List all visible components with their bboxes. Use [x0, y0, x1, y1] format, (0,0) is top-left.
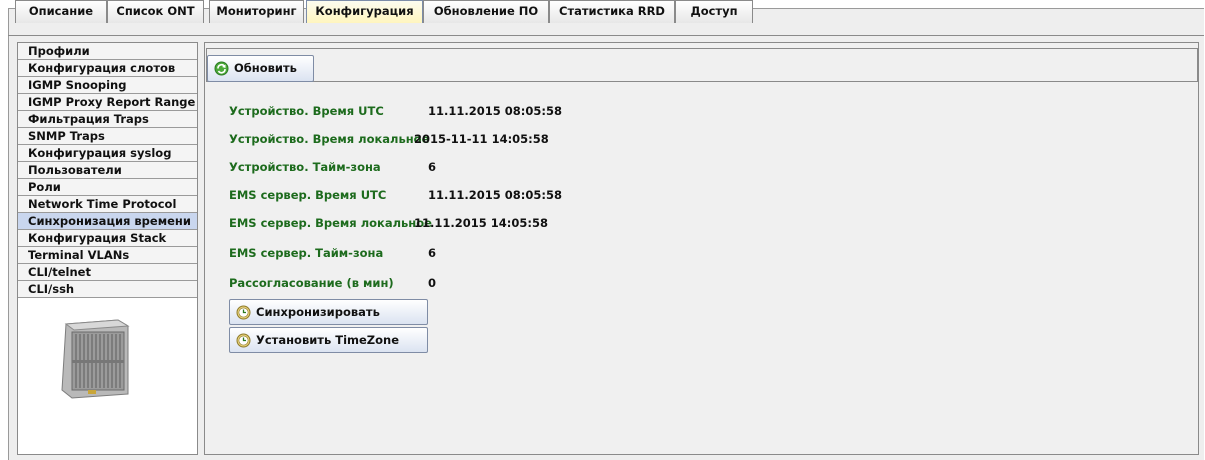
- sidebar-item-cli-ssh[interactable]: CLI/ssh: [18, 281, 197, 298]
- set-timezone-label: Установить TimeZone: [256, 333, 400, 347]
- sidebar-item-slot-config[interactable]: Конфигурация слотов: [18, 60, 197, 77]
- sidebar-item-igmp-proxy-report-range[interactable]: IGMP Proxy Report Range: [18, 94, 197, 111]
- ems-utc-value: 11.11.2015 08:05:58: [428, 188, 562, 202]
- sidebar-item-roles[interactable]: Роли: [18, 179, 197, 196]
- toolbar: [206, 48, 1198, 82]
- clock-sync-icon: [236, 305, 251, 320]
- sidebar-item-igmp-snooping[interactable]: IGMP Snooping: [18, 77, 197, 94]
- sidebar-item-profiles[interactable]: Профили: [18, 43, 197, 60]
- ems-timezone-label: EMS сервер. Тайм-зона: [229, 246, 384, 260]
- mismatch-value: 0: [428, 276, 437, 290]
- set-timezone-button[interactable]: Установить TimeZone: [229, 327, 428, 353]
- tab-firmware-update[interactable]: Обновление ПО: [423, 0, 549, 23]
- sidebar-item-ntp[interactable]: Network Time Protocol: [18, 196, 197, 213]
- tab-description[interactable]: Описание: [15, 0, 107, 23]
- device-local-value: 2015-11-11 14:05:58: [414, 132, 549, 146]
- device-chassis-image: [61, 319, 130, 399]
- sidebar-item-snmp-traps[interactable]: SNMP Traps: [18, 128, 197, 145]
- tab-monitoring[interactable]: Мониторинг: [209, 0, 304, 23]
- tab-configuration[interactable]: Конфигурация: [306, 0, 423, 23]
- ems-local-value: 11.11.2015 14:05:58: [414, 216, 548, 230]
- device-utc-label: Устройство. Время UTC: [229, 104, 384, 118]
- sidebar-item-users[interactable]: Пользователи: [18, 162, 197, 179]
- device-timezone-label: Устройство. Тайм-зона: [229, 160, 381, 174]
- refresh-label: Обновить: [234, 61, 297, 75]
- device-local-label: Устройство. Время локальное: [229, 132, 430, 146]
- sidebar-item-cli-telnet[interactable]: CLI/telnet: [18, 264, 197, 281]
- refresh-icon: [214, 61, 229, 76]
- device-timezone-value: 6: [428, 160, 437, 174]
- sidebar-item-terminal-vlans[interactable]: Terminal VLANs: [18, 247, 197, 264]
- tab-divider: [8, 35, 1204, 36]
- refresh-button[interactable]: Обновить: [207, 55, 314, 82]
- mismatch-label: Рассогласование (в мин): [229, 276, 394, 290]
- clock-timezone-icon: [236, 333, 251, 348]
- device-utc-value: 11.11.2015 08:05:58: [428, 104, 562, 118]
- ems-timezone-value: 6: [428, 246, 437, 260]
- synchronize-button[interactable]: Синхронизировать: [229, 299, 428, 325]
- ems-local-label: EMS сервер. Время локальное: [229, 216, 432, 230]
- tab-ont-list[interactable]: Список ONT: [107, 0, 204, 23]
- sidebar-item-stack-config[interactable]: Конфигурация Stack: [18, 230, 197, 247]
- sidebar-item-time-sync[interactable]: Синхронизация времени: [18, 213, 197, 230]
- tab-rrd-statistics[interactable]: Статистика RRD: [549, 0, 675, 23]
- tab-access[interactable]: Доступ: [675, 0, 753, 23]
- sidebar-item-syslog-config[interactable]: Конфигурация syslog: [18, 145, 197, 162]
- synchronize-label: Синхронизировать: [256, 305, 380, 319]
- sidebar-item-traps-filtering[interactable]: Фильтрация Traps: [18, 111, 197, 128]
- ems-utc-label: EMS сервер. Время UTC: [229, 188, 387, 202]
